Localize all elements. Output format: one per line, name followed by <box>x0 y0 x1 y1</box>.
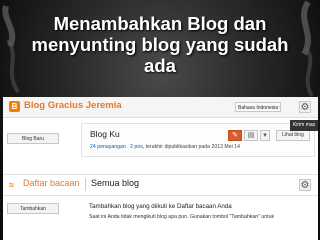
slide-title-line: ada <box>144 55 176 76</box>
rss-icon: ≈ <box>9 180 14 190</box>
add-button[interactable]: Tambahkan <box>7 203 59 214</box>
reading-list-bar: ≈ Daftar bacaan Semua blog ⚙ <box>3 174 318 196</box>
top-bar: B Blog Gracius Jeremia Bahasa Indonesia … <box>3 97 318 118</box>
follow-heading: Tambahkan blog yang diikuti ke Daftar ba… <box>89 203 232 210</box>
blogger-dashboard-screenshot: B Blog Gracius Jeremia Bahasa Indonesia … <box>3 97 318 240</box>
follow-text: Saat ini Anda tidak mengikuti blog apa p… <box>89 214 275 220</box>
posts-link[interactable]: 2 pos, <box>130 144 144 150</box>
posts-list-icon[interactable]: ▤ <box>244 130 258 141</box>
blogger-logo-icon[interactable]: B <box>9 101 20 112</box>
chevron-down-icon[interactable]: ▾ <box>260 130 270 141</box>
slide-title-line: Menambahkan Blog dan <box>53 13 267 34</box>
view-blog-button[interactable]: Lihat blog <box>276 130 310 141</box>
divider <box>85 178 86 191</box>
new-blog-button[interactable]: Blog Baru <box>7 133 59 144</box>
blog-name[interactable]: Blog Ku <box>90 129 120 139</box>
gear-icon[interactable]: ⚙ <box>299 101 311 113</box>
blog-stats: 24 penayangan 2 pos, terakhir dipublikas… <box>90 144 240 150</box>
language-select[interactable]: Bahasa Indonesia ▾ <box>235 102 281 112</box>
send-feedback-tab[interactable]: Kirim mas <box>290 120 318 131</box>
slide-title: Menambahkan Blog dan menyunting blog yan… <box>10 13 310 76</box>
views-link[interactable]: 24 penayangan <box>90 144 126 150</box>
reading-list-title: Daftar bacaan <box>23 178 80 188</box>
slide-title-line: menyunting blog yang sudah <box>31 34 289 55</box>
last-published-text: terakhir dipublikasikan pada 2013 Mei 14 <box>145 144 241 150</box>
gear-icon[interactable]: ⚙ <box>299 179 311 191</box>
all-blogs-label[interactable]: Semua blog <box>91 178 139 188</box>
new-post-pencil-icon[interactable]: ✎ <box>228 130 242 141</box>
user-blog-title: Blog Gracius Jeremia <box>24 100 122 111</box>
blog-list-item: Blog Ku 24 penayangan 2 pos, terakhir di… <box>81 123 315 157</box>
